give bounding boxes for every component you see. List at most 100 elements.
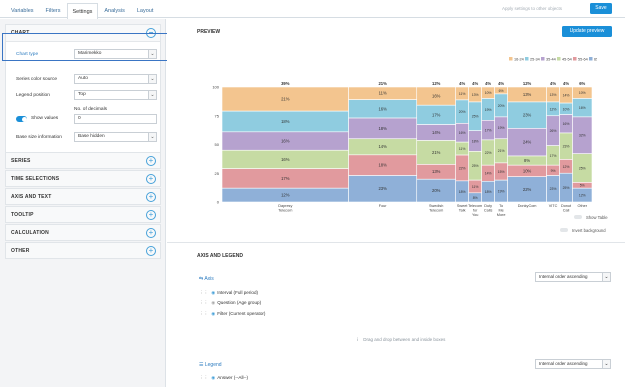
segment-label: 16% <box>281 138 290 143</box>
list-icon: ☰ <box>199 362 204 368</box>
invert-background-label: Invert background <box>572 228 606 233</box>
segment-label: 10% <box>523 168 532 173</box>
segment-label: 20% <box>498 104 505 108</box>
show-table-toggle[interactable] <box>574 215 582 219</box>
axis-icon: ⇆ <box>199 276 204 282</box>
tab-analysis[interactable]: Analysis <box>98 2 130 18</box>
segment-label: 32% <box>579 134 586 138</box>
series-section[interactable]: SERIES + <box>5 152 161 169</box>
column-width-label: 6% <box>579 81 585 86</box>
legend-order-select[interactable]: Internal order ascending ⌄ <box>535 359 611 369</box>
column-width-label: 4% <box>498 81 504 86</box>
x-tick-label: To <box>499 204 503 208</box>
expand-icon[interactable]: + <box>146 192 156 202</box>
axis-item[interactable]: ⋮⋮ ◉ Question (Age group) <box>199 300 261 306</box>
segment-label: 16% <box>281 157 290 162</box>
drag-handle-icon[interactable]: ⋮⋮ <box>199 311 208 316</box>
segment-label: 21% <box>281 96 290 101</box>
segment-label: 22% <box>485 151 492 155</box>
time-selections-section[interactable]: TIME SELECTIONS + <box>5 170 161 187</box>
segment-label: 16% <box>378 106 387 111</box>
x-tick-label: Dapresy <box>278 204 292 208</box>
calculation-section[interactable]: CALCULATION + <box>5 224 161 241</box>
base-size-label: Base size information <box>16 135 62 140</box>
axis-item[interactable]: ⋮⋮ ◉ Interval (Full period) <box>199 290 258 296</box>
x-tick-label: Me <box>498 209 503 213</box>
marimekko-chart: 16-24 25-34 35-44 45-54 55-64 65+ 100 75 50 25 0 39… <box>212 57 597 217</box>
tooltip-section[interactable]: TOOLTIP + <box>5 206 161 223</box>
eye-icon[interactable]: ◉ <box>211 311 215 316</box>
apply-settings-link[interactable]: Apply settings to other objects <box>502 6 562 11</box>
update-preview-button[interactable]: Update preview <box>562 26 612 37</box>
drag-handle-icon[interactable]: ⋮⋮ <box>199 290 208 295</box>
tab-variables[interactable]: Variables <box>5 2 40 18</box>
column-width-label: 4% <box>550 81 556 86</box>
tab-layout[interactable]: Layout <box>131 2 160 18</box>
drag-handle-icon[interactable]: ⋮⋮ <box>199 300 208 305</box>
segment-label: 16% <box>432 94 441 99</box>
segment-label: 8% <box>473 196 478 200</box>
expand-icon[interactable]: + <box>146 246 156 256</box>
segment-label: 12% <box>550 107 557 111</box>
axis-box-header: ⇆ Axis <box>199 276 214 282</box>
chart-type-highlight <box>2 33 170 61</box>
segment-label: 17% <box>432 112 441 117</box>
axis-legend-title: AXIS AND LEGEND <box>197 253 243 259</box>
segment-label: 24% <box>523 140 532 145</box>
x-tick-label: Calls <box>484 209 493 213</box>
series-color-label: Series color source <box>16 77 58 82</box>
tab-filters[interactable]: Filters <box>40 2 67 18</box>
x-tick-label: VITC <box>549 204 558 208</box>
axis-order-value: Internal order ascending <box>539 274 588 279</box>
invert-background-toggle[interactable] <box>560 228 568 232</box>
segment-label: 12% <box>579 194 586 198</box>
segment-label: 5% <box>580 184 585 188</box>
column-width-label: 4% <box>459 81 465 86</box>
segment-label: 15% <box>498 170 505 174</box>
x-tick-label: for <box>473 209 478 213</box>
segment-label: 18% <box>378 126 387 131</box>
segment-label: 14% <box>378 144 387 149</box>
axis-text-section[interactable]: AXIS AND TEXT + <box>5 188 161 205</box>
legend-label: Legend <box>204 362 222 368</box>
chevron-down-icon: ⌄ <box>148 133 156 141</box>
base-size-value: Base hidden <box>78 134 105 139</box>
segment-label: 10% <box>579 91 586 95</box>
eye-icon[interactable]: ◉ <box>211 290 215 295</box>
legend-position-select[interactable]: Top ⌄ <box>74 90 157 100</box>
expand-icon[interactable]: + <box>146 174 156 184</box>
eye-icon[interactable]: ◉ <box>211 300 215 305</box>
legend-label: 35-44 <box>546 57 556 61</box>
segment-label: 25% <box>472 115 479 119</box>
eye-icon[interactable]: ◉ <box>211 375 215 380</box>
segment-label: 14% <box>485 172 492 176</box>
segment-label: 23% <box>378 186 387 191</box>
calculation-title: CALCULATION <box>11 230 49 236</box>
tab-settings[interactable]: Settings <box>66 3 99 19</box>
base-size-select[interactable]: Base hidden ⌄ <box>74 132 157 142</box>
decimals-input[interactable]: 0 <box>74 114 157 124</box>
segment-label: 19% <box>498 126 505 130</box>
segment-label: 22% <box>523 187 532 192</box>
legend-item[interactable]: ⋮⋮ ◉ Answer (--All--) <box>199 375 248 381</box>
segment-label: 17% <box>550 154 557 158</box>
chevron-down-icon: ⌄ <box>602 273 610 281</box>
tab-bar: Variables Filters Settings Analysis Layo… <box>5 2 160 19</box>
save-button[interactable]: Save <box>590 3 612 14</box>
drag-handle-icon[interactable]: ⋮⋮ <box>199 375 208 380</box>
x-tick-label: Duty <box>484 204 492 208</box>
other-section[interactable]: OTHER + <box>5 242 161 259</box>
segment-label: 14% <box>563 93 570 97</box>
expand-icon[interactable]: + <box>146 228 156 238</box>
expand-icon[interactable]: + <box>146 210 156 220</box>
expand-icon[interactable]: + <box>146 156 156 166</box>
show-values-toggle[interactable] <box>16 116 27 122</box>
segment-label: 25% <box>563 186 570 190</box>
series-color-select[interactable]: Auto ⌄ <box>74 74 157 84</box>
legend-swatch <box>525 57 529 61</box>
axis-order-select[interactable]: Internal order ascending ⌄ <box>535 272 611 282</box>
axis-item[interactable]: ⋮⋮ ◉ Filter (Current operator) <box>199 311 265 317</box>
legend-position-label: Legend position <box>16 93 50 98</box>
legend-label: 45-54 <box>562 57 572 61</box>
segment-label: 22% <box>459 166 466 170</box>
